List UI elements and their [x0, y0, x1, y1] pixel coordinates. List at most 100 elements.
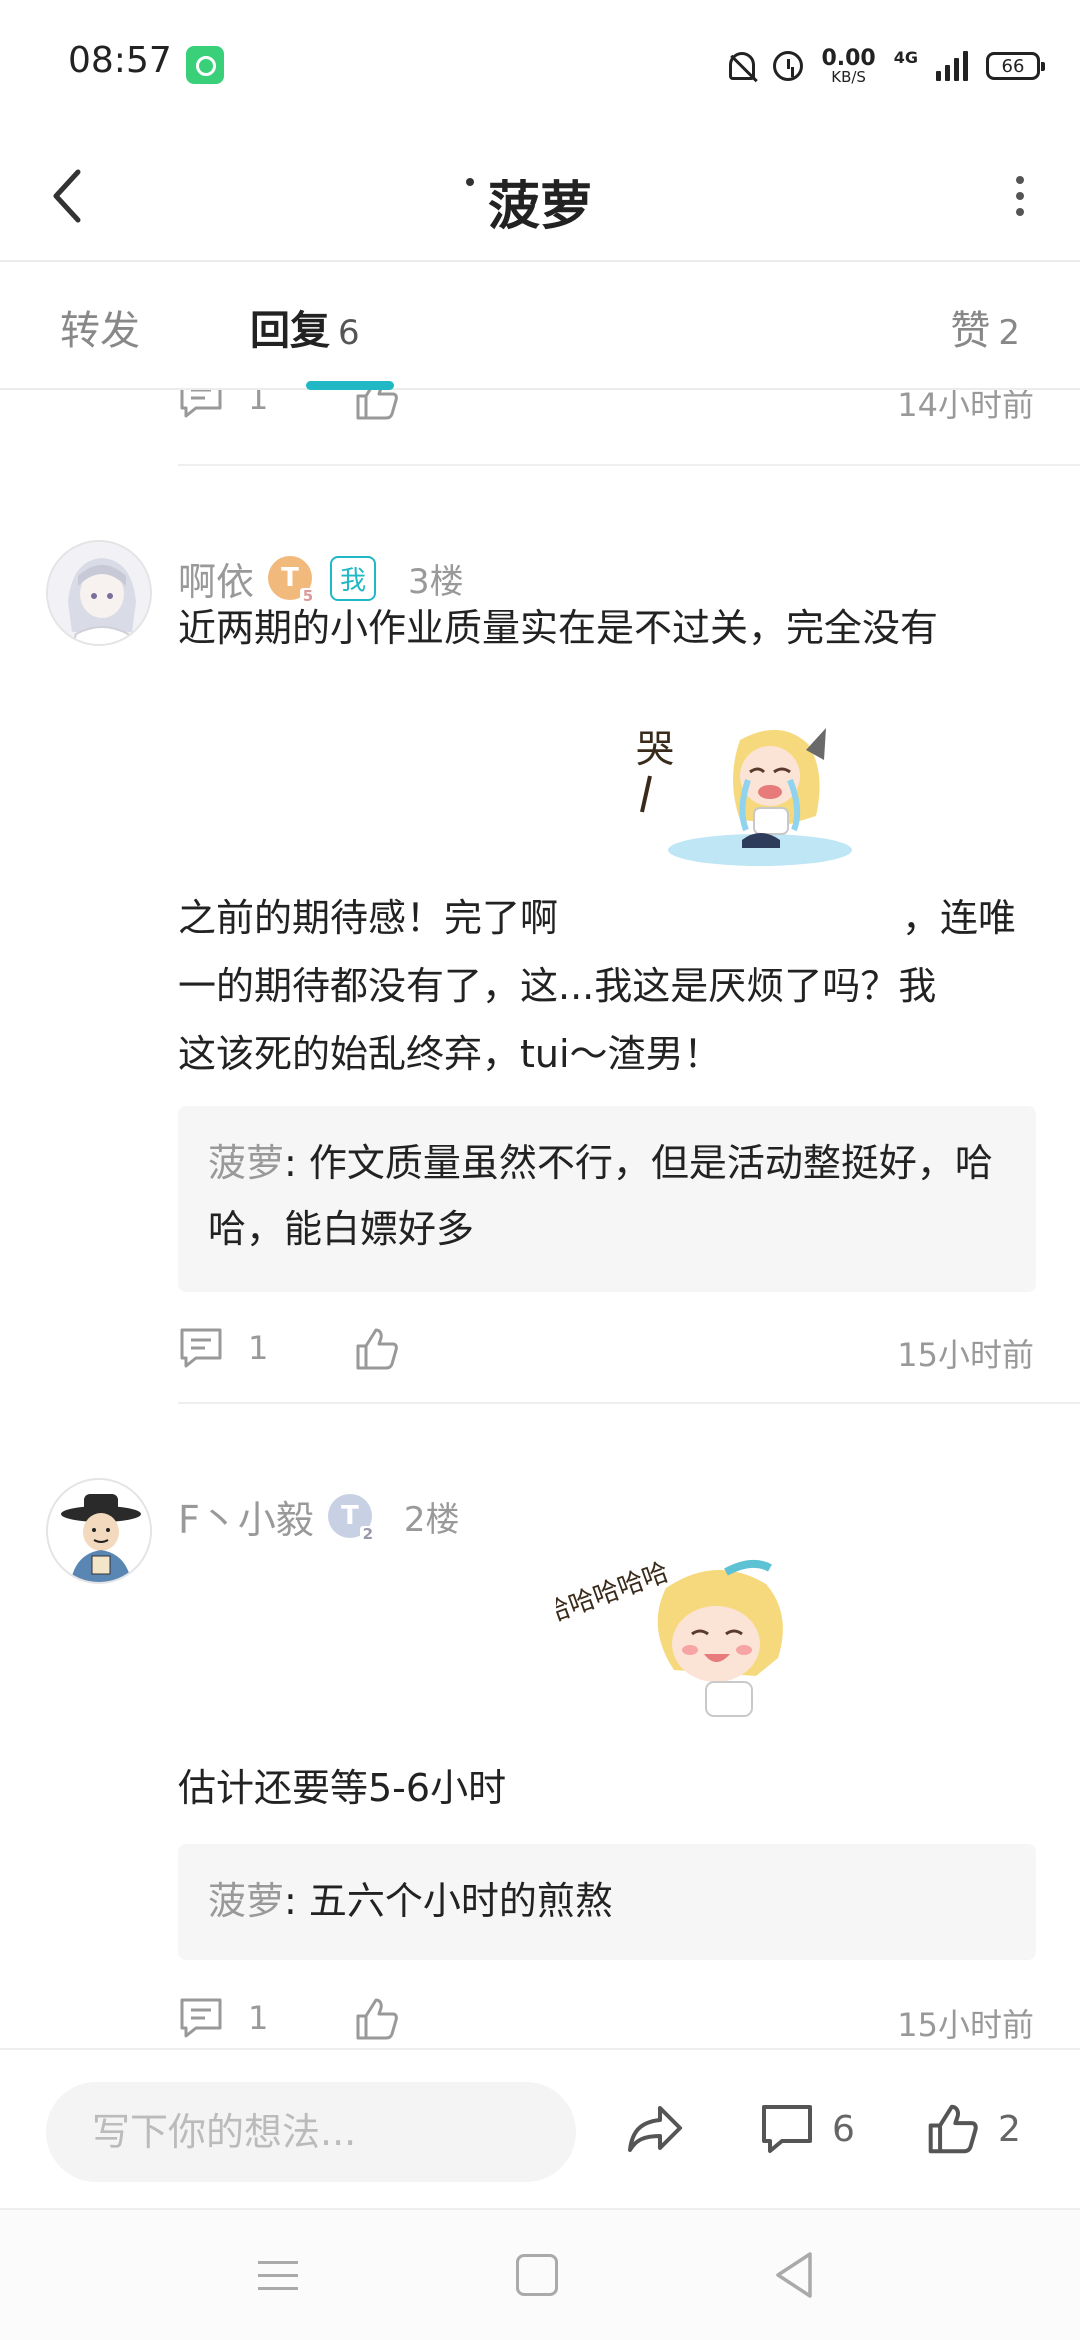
- status-icons: 0.00 KB/S 4G 66: [729, 44, 1045, 88]
- speed-value: 0.00: [821, 45, 876, 71]
- tab-repost[interactable]: 转发: [60, 298, 140, 356]
- status-time: 08:57: [68, 40, 172, 81]
- bottom-action-bar: 写下你的想法... 6 2: [0, 2048, 1080, 2208]
- avatar-image: [48, 542, 150, 644]
- reply-separator: :: [284, 1879, 297, 1923]
- comment-header: F丶小毅 T2 2楼: [178, 1488, 460, 1544]
- reply-separator: :: [284, 1141, 297, 1185]
- comment-text-line: 估计还要等5-6小时: [178, 1766, 507, 1810]
- reply-count: 1: [248, 1329, 269, 1367]
- reply-list[interactable]: 1 14小时前 啊依 T5 我 3楼 近两期的小作业质量实在是不过关，完全没有: [0, 390, 1080, 2048]
- network-speed: 0.00 KB/S: [821, 45, 876, 86]
- title-decoration-dot: [466, 178, 474, 186]
- signal-icon: [936, 51, 968, 81]
- laughing-sticker[interactable]: 哈哈哈哈哈: [540, 1557, 806, 1732]
- like-button[interactable]: [354, 390, 400, 426]
- comment-divider: [178, 1402, 1080, 1404]
- level-badge: T2: [327, 1494, 376, 1542]
- tab-bar: 转发 回复 6 赞2: [0, 262, 1080, 390]
- more-dot-icon: [1016, 208, 1024, 216]
- comment-meta-row: 1 14小时前: [178, 390, 1038, 426]
- more-dot-icon: [1016, 176, 1024, 184]
- comment-time: 15小时前: [897, 1336, 1034, 1374]
- tab-count: 6: [338, 313, 360, 353]
- more-dot-icon: [1016, 192, 1024, 200]
- avatar[interactable]: [46, 540, 152, 646]
- floor-number: 2楼: [403, 1499, 460, 1540]
- reply-count-button[interactable]: 1: [178, 390, 268, 420]
- page-title: 菠萝: [487, 177, 592, 237]
- level-number: 2: [359, 1526, 376, 1542]
- comment-button[interactable]: 6: [760, 2094, 855, 2164]
- comment-icon: [180, 1998, 222, 2038]
- crying-girl-sticker-image: 哭: [636, 727, 852, 866]
- svg-text:哈哈哈哈哈: 哈哈哈哈哈: [556, 1558, 673, 1630]
- tab-count: 2: [998, 313, 1020, 353]
- crying-sticker[interactable]: 哭: [630, 720, 856, 874]
- comment-text-line: 之前的期待感！完了啊 ，连唯: [178, 884, 1038, 952]
- comment-text-line: 近两期的小作业质量实在是不过关，完全没有: [178, 606, 939, 650]
- recent-apps-button[interactable]: [258, 2250, 308, 2300]
- reply-count: 1: [248, 1999, 269, 2037]
- menu-line-icon: [258, 2286, 298, 2290]
- tab-active-indicator: [306, 381, 394, 390]
- tab-label: 赞: [950, 308, 991, 354]
- reply-count-button[interactable]: 1: [178, 1996, 268, 2040]
- reply-count-button[interactable]: 1: [178, 1326, 268, 1370]
- author-reply-quote[interactable]: 菠萝: 作文质量虽然不行，但是活动整挺好，哈哈，能白嫖好多: [178, 1106, 1036, 1292]
- more-options-button[interactable]: [990, 154, 1050, 238]
- author-reply-quote[interactable]: 菠萝: 五六个小时的煎熬: [178, 1844, 1036, 1960]
- thumbs-up-icon: [356, 1998, 398, 2040]
- like-button[interactable]: [354, 1326, 400, 1376]
- reply-count: 1: [248, 390, 269, 417]
- app-header: 菠萝: [0, 130, 1080, 262]
- comment-text: 估计还要等5-6小时: [178, 1754, 1038, 1822]
- comment-count: 6: [832, 2108, 855, 2150]
- comment-divider: [178, 464, 1080, 466]
- comment-icon: [762, 2105, 812, 2153]
- share-button[interactable]: [626, 2094, 684, 2164]
- reply-author-name[interactable]: 菠萝: [208, 1879, 284, 1923]
- reply-text: 作文质量虽然不行，但是活动整挺好，哈哈，能白嫖好多: [208, 1141, 993, 1251]
- thumbs-up-icon: [356, 390, 398, 420]
- username[interactable]: F丶小毅: [178, 1489, 314, 1544]
- comment-icon: [180, 1328, 222, 1368]
- comment-meta-row: 1 15小时前: [178, 1996, 1038, 2046]
- svg-text:哭: 哭: [636, 727, 674, 771]
- comment-text-continued: 之前的期待感！完了啊 ，连唯 一的期待都没有了，这...我这是厌烦了吗？我 这该…: [178, 884, 1038, 1088]
- like-count: 2: [998, 2108, 1021, 2150]
- battery-icon: 66: [986, 52, 1045, 80]
- avatar-image: [48, 1480, 150, 1582]
- triangle-back-icon: [776, 2252, 812, 2298]
- menu-line-icon: [258, 2273, 298, 2277]
- speed-unit: KB/S: [831, 67, 866, 86]
- tab-label: 回复: [250, 308, 330, 354]
- reply-input[interactable]: 写下你的想法...: [46, 2082, 576, 2182]
- like-post-button[interactable]: 2: [926, 2094, 1021, 2164]
- reply-text: 五六个小时的煎熬: [296, 1879, 613, 1923]
- tab-label: 转发: [60, 308, 140, 354]
- mute-bell-icon: [729, 52, 756, 80]
- level-letter: T: [281, 563, 299, 593]
- thumbs-up-icon: [356, 1328, 398, 1370]
- share-arrow-icon: [628, 2106, 682, 2152]
- home-button[interactable]: [516, 2254, 558, 2296]
- tab-like[interactable]: 赞2: [950, 298, 1020, 356]
- comment-time: 15小时前: [897, 2006, 1034, 2044]
- system-back-button[interactable]: [772, 2250, 822, 2300]
- like-button[interactable]: [354, 1996, 400, 2046]
- thumbs-up-icon: [928, 2104, 978, 2154]
- comment-text-line: 这该死的始乱终弃，tui～渣男！: [178, 1032, 722, 1076]
- reply-author-name[interactable]: 菠萝: [208, 1141, 284, 1185]
- avatar[interactable]: [46, 1478, 152, 1584]
- comment-text-segment: ，连唯: [902, 896, 1017, 940]
- comment-text-segment: 之前的期待感！完了啊: [178, 896, 559, 940]
- comment-meta-row: 1 15小时前: [178, 1326, 1038, 1376]
- network-type: 4G: [893, 48, 918, 67]
- system-navigation-bar: [0, 2208, 1080, 2340]
- app-notification-icon: [186, 46, 224, 84]
- tab-reply[interactable]: 回复 6: [250, 298, 360, 356]
- comment-text: 近两期的小作业质量实在是不过关，完全没有: [178, 594, 1038, 662]
- comment-text-line: 一的期待都没有了，这...我这是厌烦了吗？我: [178, 964, 937, 1008]
- comment-icon: [180, 390, 222, 418]
